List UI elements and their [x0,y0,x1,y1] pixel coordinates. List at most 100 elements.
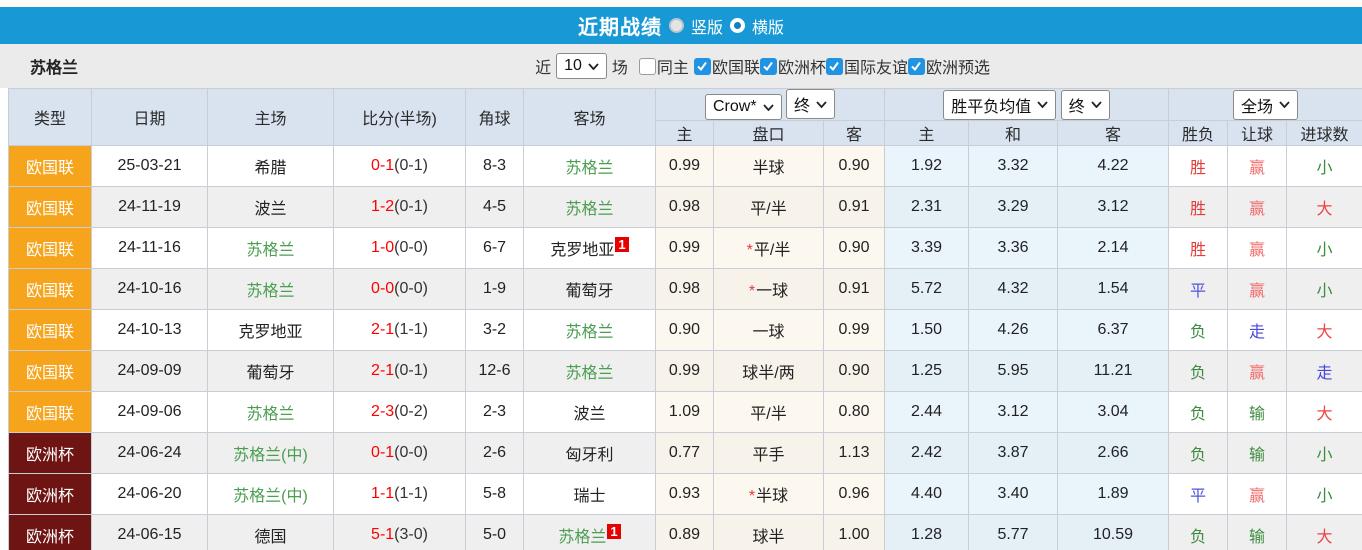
check-icon [828,60,840,72]
handicap-cell: *半球 [714,474,824,515]
bookmaker-state-value: 终 [794,92,810,116]
date-cell: 24-10-16 [92,269,208,310]
corners-cell: 4-5 [466,187,524,228]
col-header-result-goals: 进球数 [1287,121,1362,146]
avg-home-cell: 4.40 [885,474,969,515]
odds-away-cell: 0.91 [824,269,885,310]
away-team: 匈牙利 [565,447,613,464]
corners-cell: 2-6 [466,433,524,474]
away-cell: 波兰 [524,392,656,433]
avg-state-select[interactable]: 终 [1061,90,1110,120]
score-cell: 0-1(0-1) [334,146,466,187]
handicap-text: 平/半 [750,201,786,218]
home-cell: 希腊 [208,146,334,187]
handicap-cell: *平/半 [714,228,824,269]
competition-badge: 欧国联 [9,392,92,433]
away-team: 苏格兰 [565,160,613,177]
col-header-result-handicap: 让球 [1228,121,1287,146]
recent-count-select[interactable]: 10 [556,53,607,79]
competition-checkbox[interactable] [826,58,843,75]
competition-badge: 欧洲杯 [9,515,92,550]
result-goals-cell: 大 [1287,187,1362,228]
away-team: 瑞士 [573,488,605,505]
competition-checkbox[interactable] [694,58,711,75]
result-goals-cell: 大 [1287,310,1362,351]
scope-selector-cell: 全场 [1169,89,1362,121]
radio-vertical-label[interactable]: 竖版 [691,14,723,38]
handicap-text: 球半 [752,529,784,546]
table-row: 欧国联 24-09-06 苏格兰 2-3(0-2) 2-3 波兰 1.09 平/… [9,392,1362,433]
avg-draw-cell: 3.29 [969,187,1058,228]
table-row: 欧洲杯 24-06-24 苏格兰(中) 0-1(0-0) 2-6 匈牙利 0.7… [9,433,1362,474]
avg-home-cell: 2.42 [885,433,969,474]
home-team: 葡萄牙 [246,365,294,382]
col-header-home: 主场 [208,89,334,146]
home-team: 苏格兰(中) [233,447,308,464]
avg-away-cell: 3.04 [1058,392,1169,433]
corners-cell: 3-2 [466,310,524,351]
odds-home-cell: 1.09 [656,392,714,433]
score-cell: 0-1(0-0) [334,433,466,474]
score-half: (0-2) [394,403,428,420]
away-team: 葡萄牙 [565,283,613,300]
avg-draw-cell: 4.32 [969,269,1058,310]
avg-home-cell: 1.28 [885,515,969,550]
table-row: 欧国联 25-03-21 希腊 0-1(0-1) 8-3 苏格兰 0.99 半球… [9,146,1362,187]
competition-badge: 欧国联 [9,269,92,310]
scope-select[interactable]: 全场 [1233,90,1298,120]
avg-odds-select[interactable]: 胜平负均值 [943,90,1056,120]
home-team: 德国 [254,529,286,546]
radio-horizontal-layout[interactable] [730,18,745,33]
result-wdl-cell: 负 [1169,351,1228,392]
odds-away-cell: 0.96 [824,474,885,515]
radio-vertical-layout[interactable] [669,18,684,33]
away-cell: 葡萄牙 [524,269,656,310]
top-strip [0,0,1362,7]
bookmaker-select-value: Crow* [713,98,757,116]
result-wdl-cell: 平 [1169,269,1228,310]
competition-label: 欧国联 [712,54,760,78]
panel-title: 近期战绩 [578,11,662,40]
bookmaker-select[interactable]: Crow* [705,94,782,120]
competition-checkbox[interactable] [908,58,925,75]
team-name: 苏格兰 [30,54,78,78]
chevron-down-icon [1279,101,1290,108]
home-cell: 德国 [208,515,334,550]
odds-selector-cell: Crow* 终 [656,89,885,121]
avg-home-cell: 1.50 [885,310,969,351]
col-header-type: 类型 [9,89,92,146]
corners-cell: 8-3 [466,146,524,187]
score-cell: 1-1(1-1) [334,474,466,515]
competition-badge: 欧洲杯 [9,474,92,515]
score-main: 1-1 [371,485,394,502]
col-header-avg-away: 客 [1058,121,1169,146]
date-cell: 24-09-06 [92,392,208,433]
handicap-cell: 一球 [714,310,824,351]
recent-count-value: 10 [564,57,582,75]
handicap-star-icon: * [749,283,755,300]
competition-checkbox[interactable] [760,58,777,75]
avg-home-cell: 1.25 [885,351,969,392]
same-home-checkbox[interactable] [639,58,656,75]
score-cell: 1-2(0-1) [334,187,466,228]
bookmaker-state-select[interactable]: 终 [786,89,835,119]
away-cell: 瑞士 [524,474,656,515]
avg-away-cell: 6.37 [1058,310,1169,351]
handicap-text: 平手 [752,447,784,464]
date-cell: 24-10-13 [92,310,208,351]
avg-away-cell: 2.66 [1058,433,1169,474]
away-team: 苏格兰 [558,529,606,546]
table-row: 欧国联 24-09-09 葡萄牙 2-1(0-1) 12-6 苏格兰 0.99 … [9,351,1362,392]
competition-filter-item: 欧国联 [694,54,760,78]
result-handicap-cell: 赢 [1228,228,1287,269]
check-icon [696,60,708,72]
handicap-cell: *一球 [714,269,824,310]
score-main: 2-1 [371,362,394,379]
result-wdl-cell: 平 [1169,474,1228,515]
score-half: (1-1) [394,485,428,502]
competition-filter-item: 欧洲杯 [760,54,826,78]
home-team: 希腊 [254,160,286,177]
radio-horizontal-label[interactable]: 横版 [752,14,784,38]
odds-home-cell: 0.89 [656,515,714,550]
score-main: 0-0 [371,280,394,297]
